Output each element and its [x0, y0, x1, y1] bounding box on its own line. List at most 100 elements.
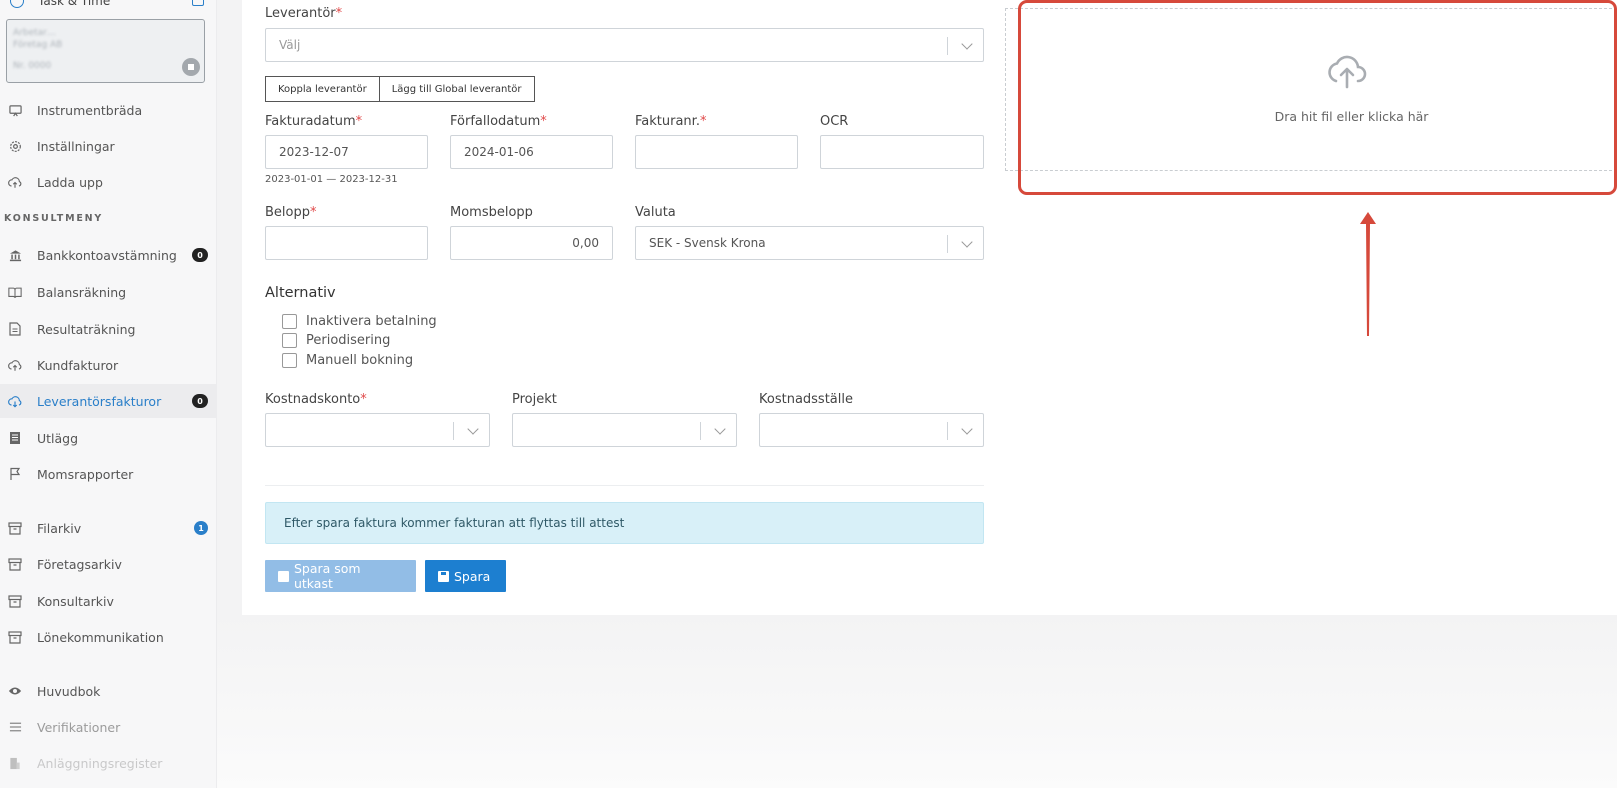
checkbox-label: Inaktivera betalning	[306, 313, 437, 329]
page-background	[217, 615, 1617, 788]
cost-account-select[interactable]	[265, 413, 490, 447]
sidebar-item-instrumentbrada[interactable]: Instrumentbräda	[0, 93, 216, 127]
attest-info-alert: Efter spara faktura kommer fakturan att …	[265, 502, 984, 544]
sidebar-item-installningar[interactable]: Inställningar	[0, 129, 216, 163]
amount-label-text: Belopp	[265, 205, 310, 220]
currency-label: Valuta	[635, 205, 676, 220]
ocr-label: OCR	[820, 114, 849, 129]
sidebar-item-huvudbok[interactable]: Huvudbok	[0, 674, 216, 708]
invoice-number-label: Fakturanr.*	[635, 114, 706, 129]
sidebar-item-momsrapporter[interactable]: Momsrapporter	[0, 457, 216, 491]
company-selector[interactable]: Arbetar… Företag AB Nr. 0000	[6, 19, 205, 83]
select-separator	[700, 422, 701, 440]
project-select[interactable]	[512, 413, 737, 447]
sidebar-item-label: Verifikationer	[37, 719, 121, 735]
company-line: Arbetar…	[13, 28, 56, 38]
ocr-input[interactable]	[820, 135, 984, 169]
fiscal-period-hint: 2023-01-01 — 2023-12-31	[265, 174, 398, 185]
save-button[interactable]: Spara	[425, 560, 506, 592]
sidebar-item-label: Huvudbok	[37, 683, 101, 699]
due-date-label-text: Förfallodatum	[450, 114, 541, 129]
sidebar-item-label: Resultaträkning	[37, 321, 136, 337]
sidebar-item-label: Bankkontoavstämning	[37, 247, 177, 263]
sidebar-item-kundfakturor[interactable]: Kundfakturor	[0, 348, 216, 382]
required-marker: *	[699, 114, 707, 129]
sidebar-item-label: Momsrapporter	[37, 466, 134, 482]
invoice-number-label-text: Fakturanr.	[635, 114, 700, 129]
archive-icon	[8, 521, 22, 535]
supplier-button-group: Koppla leverantör Lägg till Global lever…	[265, 76, 535, 102]
supplier-label-text: Leverantör	[265, 6, 336, 21]
checkbox-box[interactable]	[282, 332, 297, 348]
accrual-checkbox[interactable]: Periodisering	[282, 331, 390, 349]
highlight-annotation	[1018, 0, 1617, 195]
count-badge: 0	[192, 248, 208, 262]
external-link-icon[interactable]	[192, 0, 204, 6]
invoice-date-input[interactable]: 2023-12-07	[265, 135, 428, 169]
section-heading: KONSULTMENY	[4, 213, 104, 224]
bank-icon	[8, 248, 22, 262]
sidebar-item-label: Filarkiv	[37, 520, 82, 536]
cost-center-select[interactable]	[759, 413, 984, 447]
sidebar-item-verifikationer[interactable]: Verifikationer	[0, 710, 216, 744]
manual-booking-checkbox[interactable]: Manuell bokning	[282, 351, 413, 369]
required-marker: *	[335, 6, 343, 21]
link-supplier-button[interactable]: Koppla leverantör	[265, 76, 380, 102]
select-separator	[947, 422, 948, 440]
amount-label: Belopp*	[265, 205, 317, 220]
sidebar-item-label: Konsultarkiv	[37, 593, 114, 609]
project-label: Projekt	[512, 392, 557, 407]
supplier-label: Leverantör*	[265, 6, 342, 21]
sidebar-item-task-time[interactable]: Task & Time	[8, 0, 208, 10]
checkbox-box[interactable]	[282, 313, 297, 329]
due-date-label: Förfallodatum*	[450, 114, 547, 129]
stop-icon[interactable]	[182, 58, 200, 76]
divider	[265, 485, 984, 486]
cost-center-label: Kostnadsställe	[759, 392, 853, 407]
save-draft-button-label: Spara som utkast	[293, 561, 361, 591]
due-date-input[interactable]: 2024-01-06	[450, 135, 613, 169]
document-icon	[8, 322, 22, 336]
amount-input[interactable]	[265, 226, 428, 260]
save-button-label: Spara	[454, 568, 491, 584]
required-marker: *	[540, 114, 547, 129]
sidebar-item-balansrakning[interactable]: Balansräkning	[0, 275, 216, 309]
sidebar-item-foretagsarkiv[interactable]: Företagsarkiv	[0, 547, 216, 581]
cloud-upload-icon	[8, 358, 22, 372]
chevron-down-icon	[961, 38, 973, 50]
sidebar-item-utlagg[interactable]: Utlägg	[0, 421, 216, 455]
building-icon	[8, 756, 22, 770]
disable-payment-checkbox[interactable]: Inaktivera betalning	[282, 312, 437, 330]
invoice-date-label: Fakturadatum*	[265, 114, 362, 129]
vat-amount-input[interactable]: 0,00	[450, 226, 613, 260]
sidebar: Task & Time Arbetar… Företag AB Nr. 0000…	[0, 0, 217, 788]
vat-amount-label: Momsbelopp	[450, 205, 533, 220]
add-global-supplier-button[interactable]: Lägg till Global leverantör	[379, 76, 535, 102]
sidebar-item-label: Lönekommunikation	[37, 629, 164, 645]
checkbox-label: Periodisering	[306, 332, 391, 348]
sidebar-item-ladda-upp[interactable]: Ladda upp	[0, 165, 216, 199]
save-draft-button[interactable]: Spara som utkast	[265, 560, 416, 592]
count-badge: 1	[194, 521, 208, 535]
sidebar-item-leverantorsfakturor[interactable]: Leverantörsfakturor 0	[0, 384, 216, 418]
currency-select[interactable]: SEK - Svensk Krona	[635, 226, 984, 260]
cloud-upload-icon	[8, 175, 22, 189]
sidebar-item-bankkontoavstamning[interactable]: Bankkontoavstämning 0	[0, 238, 216, 272]
sidebar-item-filarkiv[interactable]: Filarkiv 1	[0, 511, 216, 545]
sidebar-item-label: Instrumentbräda	[37, 102, 143, 118]
sidebar-item-label: Leverantörsfakturor	[37, 393, 162, 409]
supplier-select[interactable]: Välj	[265, 28, 984, 62]
eye-icon	[8, 684, 22, 698]
archive-icon	[8, 630, 22, 644]
sidebar-item-konsultarkiv[interactable]: Konsultarkiv	[0, 584, 216, 618]
required-marker: *	[360, 392, 367, 407]
sidebar-item-lonekommunikation[interactable]: Lönekommunikation	[0, 620, 216, 654]
clock-icon	[10, 0, 24, 8]
invoice-number-input[interactable]	[635, 135, 798, 169]
sidebar-item-label: Anläggningsregister	[37, 755, 163, 771]
checkbox-box[interactable]	[282, 352, 297, 368]
select-separator	[947, 37, 948, 55]
sidebar-item-resultatrakning[interactable]: Resultaträkning	[0, 312, 216, 346]
sidebar-header: Task & Time Arbetar… Företag AB Nr. 0000	[0, 0, 216, 96]
sidebar-item-anlaggningsregister[interactable]: Anläggningsregister	[0, 746, 216, 780]
